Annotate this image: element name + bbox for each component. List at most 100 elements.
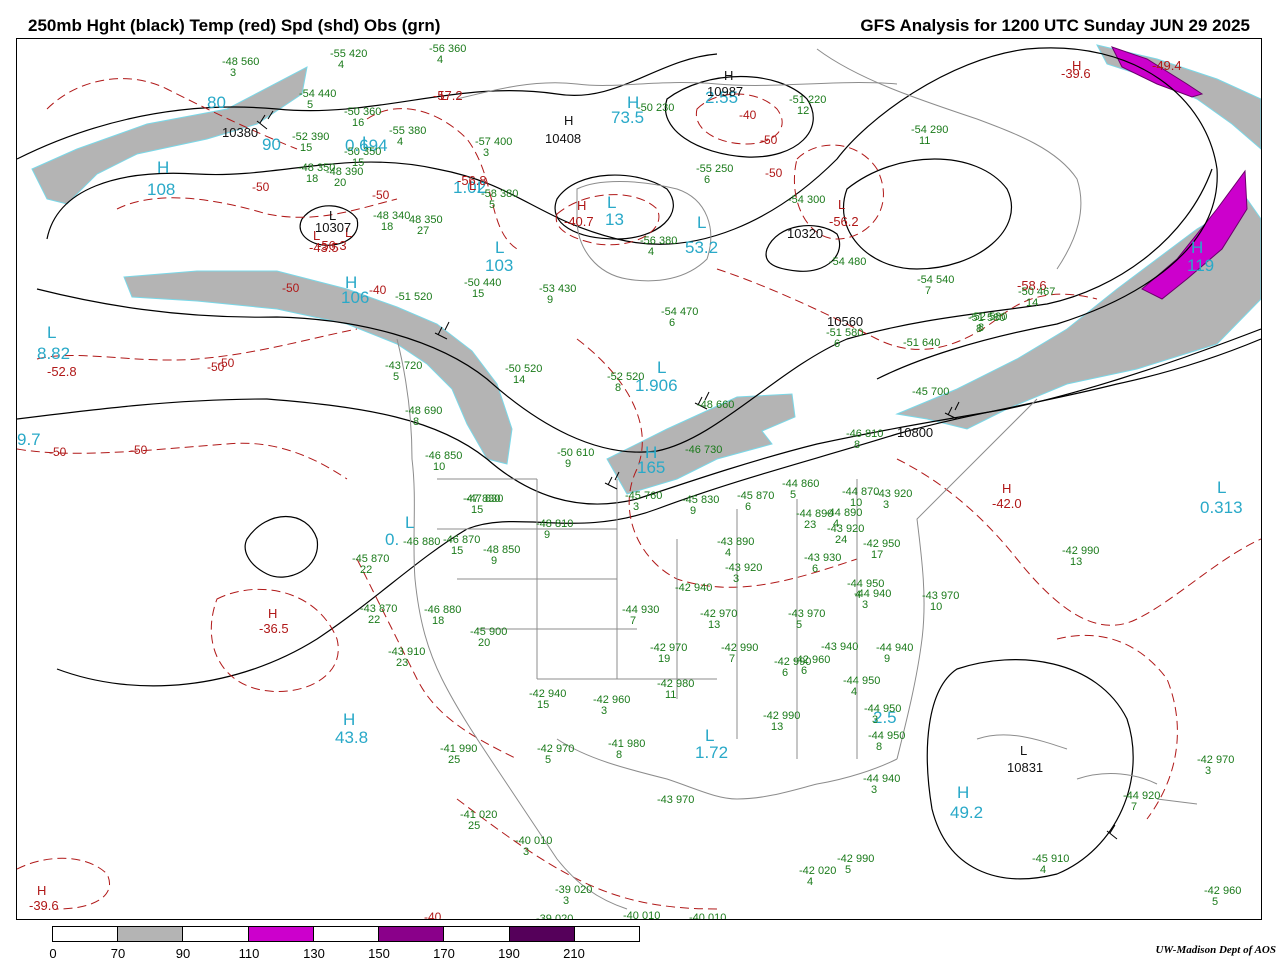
station-temp-height: -43 940 xyxy=(821,641,859,653)
station-dewpoint-depression: 24 xyxy=(835,534,848,546)
temp-contour xyxy=(17,442,348,480)
station-temp-height: -48 560 xyxy=(222,56,260,68)
station-plot: -45 870 22 xyxy=(352,554,389,576)
system-label: 10408 xyxy=(545,131,582,146)
station-plot: -54 540 7 xyxy=(917,275,954,297)
analysis-time: GFS Analysis for 1200 UTC Sunday JUN 29 … xyxy=(860,16,1250,35)
station-plot: -48 690 8 xyxy=(405,406,442,428)
station-temp-height: -40 010 xyxy=(623,910,661,920)
station-plot: -43 970 5 xyxy=(788,609,825,631)
station-dewpoint-depression: 15 xyxy=(471,504,484,516)
station-dewpoint-depression: 8 xyxy=(615,382,622,394)
station-plot: -55 380 4 xyxy=(389,126,426,148)
station-temp-height: -45 700 xyxy=(912,386,950,398)
station-dewpoint-depression: 5 xyxy=(307,99,314,111)
speed-legend-bar xyxy=(52,926,640,942)
temp-contour-label: -50 xyxy=(282,281,300,295)
station-dewpoint-depression: 4 xyxy=(851,686,858,698)
station-dewpoint-depression: 4 xyxy=(397,136,404,148)
station-plot: -43 970 10 xyxy=(922,591,959,613)
jet-shade-pacific-west xyxy=(123,270,513,465)
system-label: 106 xyxy=(341,288,370,307)
station-temp-height: -40 010 xyxy=(689,912,727,920)
station-temp-height: -44 940 xyxy=(876,642,914,654)
station-plot: -50 230 xyxy=(637,103,674,114)
station-dewpoint-depression: 3 xyxy=(1205,765,1212,777)
station-plot: -54 290 11 xyxy=(911,125,948,147)
station-temp-height: -50 610 xyxy=(557,447,595,459)
station-plot: -55 420 4 xyxy=(330,49,367,71)
system-label: -39.6 xyxy=(1061,66,1091,81)
station-plot: -57 400 3 xyxy=(475,137,512,159)
station-temp-height: -56 380 xyxy=(640,235,678,247)
station-dewpoint-depression: 9 xyxy=(547,294,554,306)
station-dewpoint-depression: 3 xyxy=(230,67,237,79)
system-label: L xyxy=(1020,743,1028,758)
station-plot: -45 910 4 xyxy=(1032,854,1069,876)
system-label: L xyxy=(1217,478,1227,497)
greenland-coast xyxy=(816,48,1082,270)
station-dewpoint-depression: 6 xyxy=(782,667,789,679)
station-temp-height: -43 970 xyxy=(657,794,695,806)
station-dewpoint-depression: 4 xyxy=(648,246,655,258)
height-contour xyxy=(244,516,318,578)
station-plot: -46 730 xyxy=(685,445,722,456)
station-plot: -46 870 15 xyxy=(443,535,480,557)
station-dewpoint-depression: 3 xyxy=(523,846,530,858)
station-dewpoint-depression: 20 xyxy=(478,637,491,649)
station-plot: -50 440 15 xyxy=(464,278,501,300)
station-plot: -44 940 9 xyxy=(876,643,913,665)
station-temp-height: -45 830 xyxy=(682,494,720,506)
system-label: L xyxy=(405,513,415,532)
station-dewpoint-depression: 3 xyxy=(862,599,869,611)
system-label: 49.2 xyxy=(950,803,984,822)
station-temp-height: -43 890 xyxy=(717,536,755,548)
station-plot: -42 970 13 xyxy=(700,609,737,631)
station-dewpoint-depression: 20 xyxy=(334,177,347,189)
station-temp-height: -55 420 xyxy=(330,48,368,60)
temp-contour xyxy=(356,558,518,760)
system-label: -56.2 xyxy=(829,214,859,229)
station-dewpoint-depression: 17 xyxy=(871,549,884,561)
station-plot: -44 940 3 xyxy=(854,589,891,611)
station-dewpoint-depression: 3 xyxy=(601,705,608,717)
station-plot: -50 467 14 xyxy=(1018,287,1055,309)
station-temp-height: -41 980 xyxy=(608,738,646,750)
station-plot: -44 920 7 xyxy=(1123,791,1160,813)
station-temp-height: -48 810 xyxy=(536,518,574,530)
system-label: 8.82 xyxy=(37,344,71,363)
temp-contour-label: -50 xyxy=(49,445,67,459)
system-label: 43.8 xyxy=(335,728,369,747)
station-dewpoint-depression: 12 xyxy=(797,105,810,117)
station-plot: -43 920 3 xyxy=(725,563,762,585)
system-label: L xyxy=(495,238,505,257)
temp-contour-label: -40 xyxy=(369,283,387,297)
system-label: -36.5 xyxy=(259,621,289,636)
station-plot: -47 830 15 xyxy=(463,494,500,516)
temp-contour xyxy=(116,197,398,218)
station-dewpoint-depression: 15 xyxy=(300,142,313,154)
station-plot: -50 520 14 xyxy=(505,364,542,386)
station-temp-height: -51 580 xyxy=(826,327,864,339)
station-plot: -48 850 9 xyxy=(483,545,520,567)
legend-bin xyxy=(53,927,119,941)
station-temp-height: -54 540 xyxy=(917,274,955,286)
legend-bin xyxy=(444,927,510,941)
station-plot: -42 940 xyxy=(675,583,712,594)
temp-contour-label: -50 xyxy=(372,188,390,202)
station-plot: -45 830 9 xyxy=(682,495,719,517)
station-plot: -42 960 3 xyxy=(593,695,630,717)
station-dewpoint-depression: 9 xyxy=(565,458,572,470)
station-dewpoint-depression: 7 xyxy=(630,615,637,627)
legend-bin xyxy=(248,927,314,941)
station-temp-height: -42 990 xyxy=(774,656,812,668)
station-dewpoint-depression: 10 xyxy=(930,601,943,613)
station-temp-height: -54 300 xyxy=(788,194,826,206)
station-dewpoint-depression: 4 xyxy=(338,59,345,71)
station-plot: -42 990 13 xyxy=(763,711,800,733)
station-dewpoint-depression: 4 xyxy=(437,54,444,66)
station-dewpoint-depression: 9 xyxy=(690,505,697,517)
system-label: L xyxy=(607,193,617,212)
station-plot: -41 020 25 xyxy=(460,810,497,832)
station-plot: -54 470 6 xyxy=(661,307,698,329)
